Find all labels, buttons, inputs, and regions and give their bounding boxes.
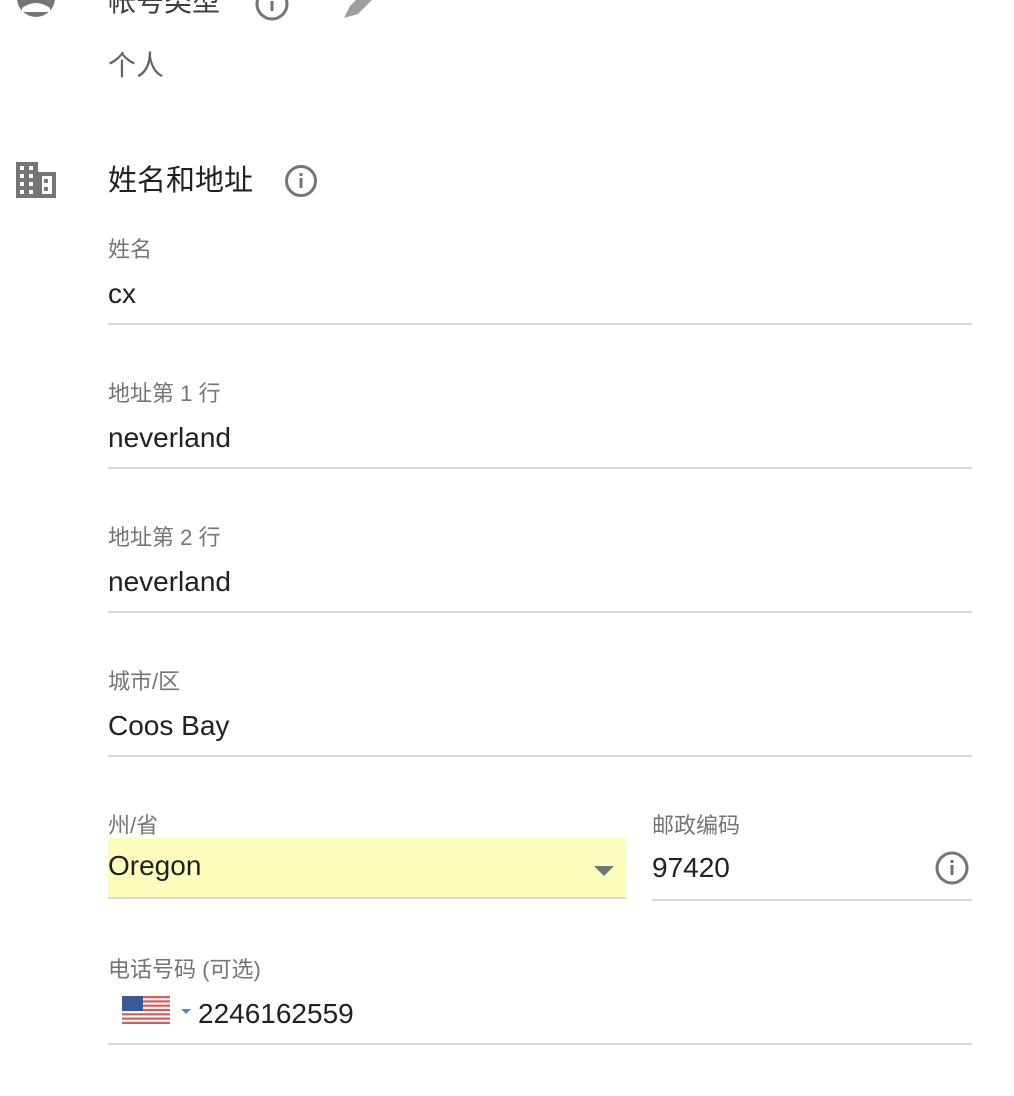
address-line1-label: 地址第 1 行	[108, 381, 221, 406]
phone-field[interactable]: 2246162559	[198, 996, 354, 1032]
us-flag-icon[interactable]	[122, 996, 170, 1024]
address-line2-underline	[108, 611, 972, 613]
city-field[interactable]: Coos Bay	[108, 708, 229, 744]
address-line1-field[interactable]: neverland	[108, 420, 231, 456]
edit-pencil-icon[interactable]	[340, 0, 380, 22]
zip-field[interactable]: 97420	[652, 850, 730, 886]
address-line1-underline	[108, 467, 972, 469]
phone-underline	[108, 1043, 972, 1045]
state-select-value: Oregon	[108, 850, 202, 881]
name-field[interactable]: cx	[108, 276, 136, 312]
city-underline	[108, 755, 972, 757]
person-icon	[16, 0, 56, 18]
address-line2-label: 地址第 2 行	[108, 525, 221, 550]
state-underline	[108, 897, 626, 899]
name-label: 姓名	[108, 237, 153, 262]
building-icon	[16, 162, 56, 198]
account-type-value: 个人	[108, 50, 165, 81]
name-address-title: 姓名和地址	[108, 165, 254, 197]
zip-underline	[652, 899, 972, 901]
phone-label: 电话号码 (可选)	[108, 957, 261, 982]
address-line2-field[interactable]: neverland	[108, 564, 231, 600]
city-label: 城市/区	[108, 669, 181, 694]
account-type-title: 帐号类型	[108, 0, 221, 17]
info-icon[interactable]	[284, 164, 318, 198]
zip-label: 邮政编码	[652, 813, 741, 838]
name-underline	[108, 323, 972, 325]
state-select[interactable]: Oregon	[108, 838, 626, 898]
info-icon[interactable]	[254, 0, 290, 22]
info-icon[interactable]	[934, 850, 970, 886]
state-label: 州/省	[108, 813, 159, 838]
country-dropdown-caret-icon[interactable]	[181, 1009, 191, 1014]
dropdown-caret-icon	[594, 866, 614, 876]
